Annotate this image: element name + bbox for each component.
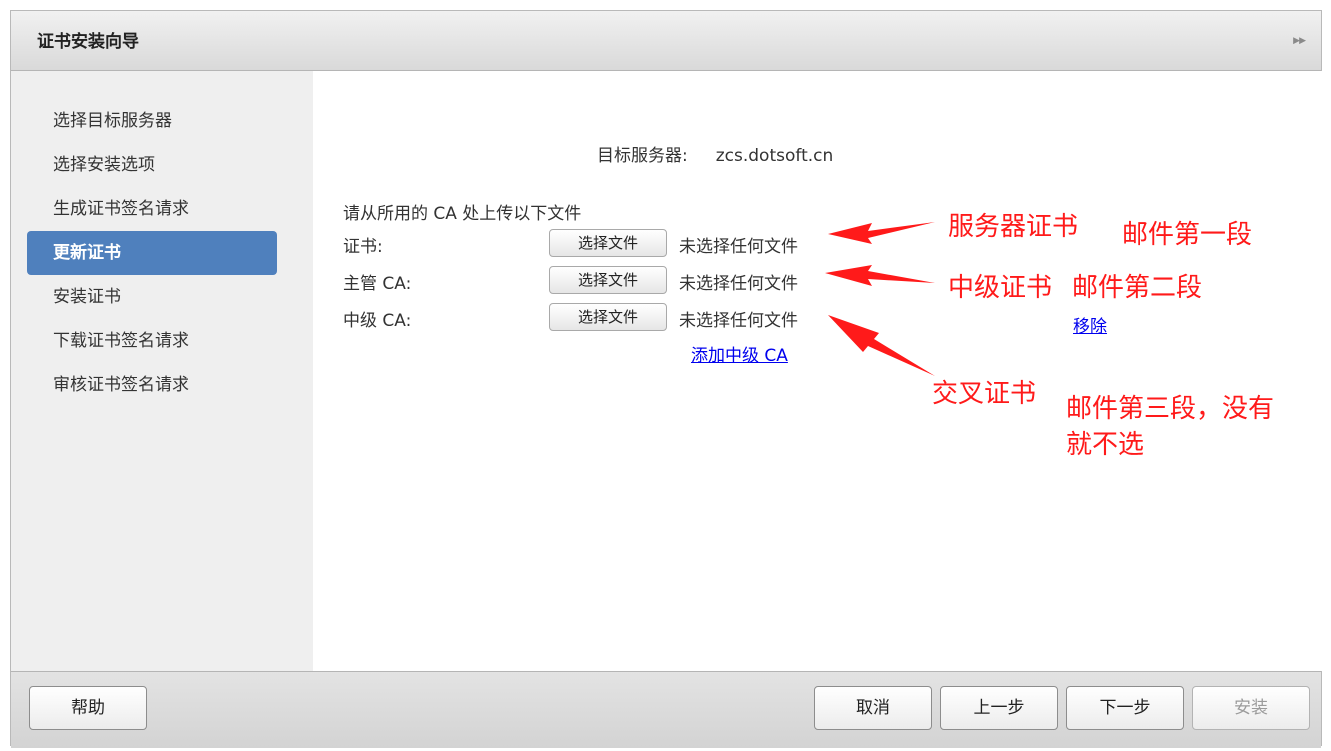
annotation-cross-cert: 交叉证书 <box>932 379 1037 409</box>
annotation-intermediate-cert: 中级证书 <box>948 273 1053 303</box>
annotation-mail-part-2: 邮件第二段 <box>1072 273 1203 303</box>
annotation-skip-if-none: 就不选 <box>1066 430 1145 460</box>
annotation-server-cert: 服务器证书 <box>948 212 1079 242</box>
arrow-to-certificate <box>828 222 935 244</box>
annotation-mail-part-1: 邮件第一段 <box>1122 220 1253 250</box>
arrow-to-root-ca <box>825 265 935 286</box>
arrow-to-intermediate-ca <box>828 315 935 376</box>
annotation-arrows <box>825 222 935 376</box>
annotation-mail-part-3: 邮件第三段，没有 <box>1066 394 1275 424</box>
